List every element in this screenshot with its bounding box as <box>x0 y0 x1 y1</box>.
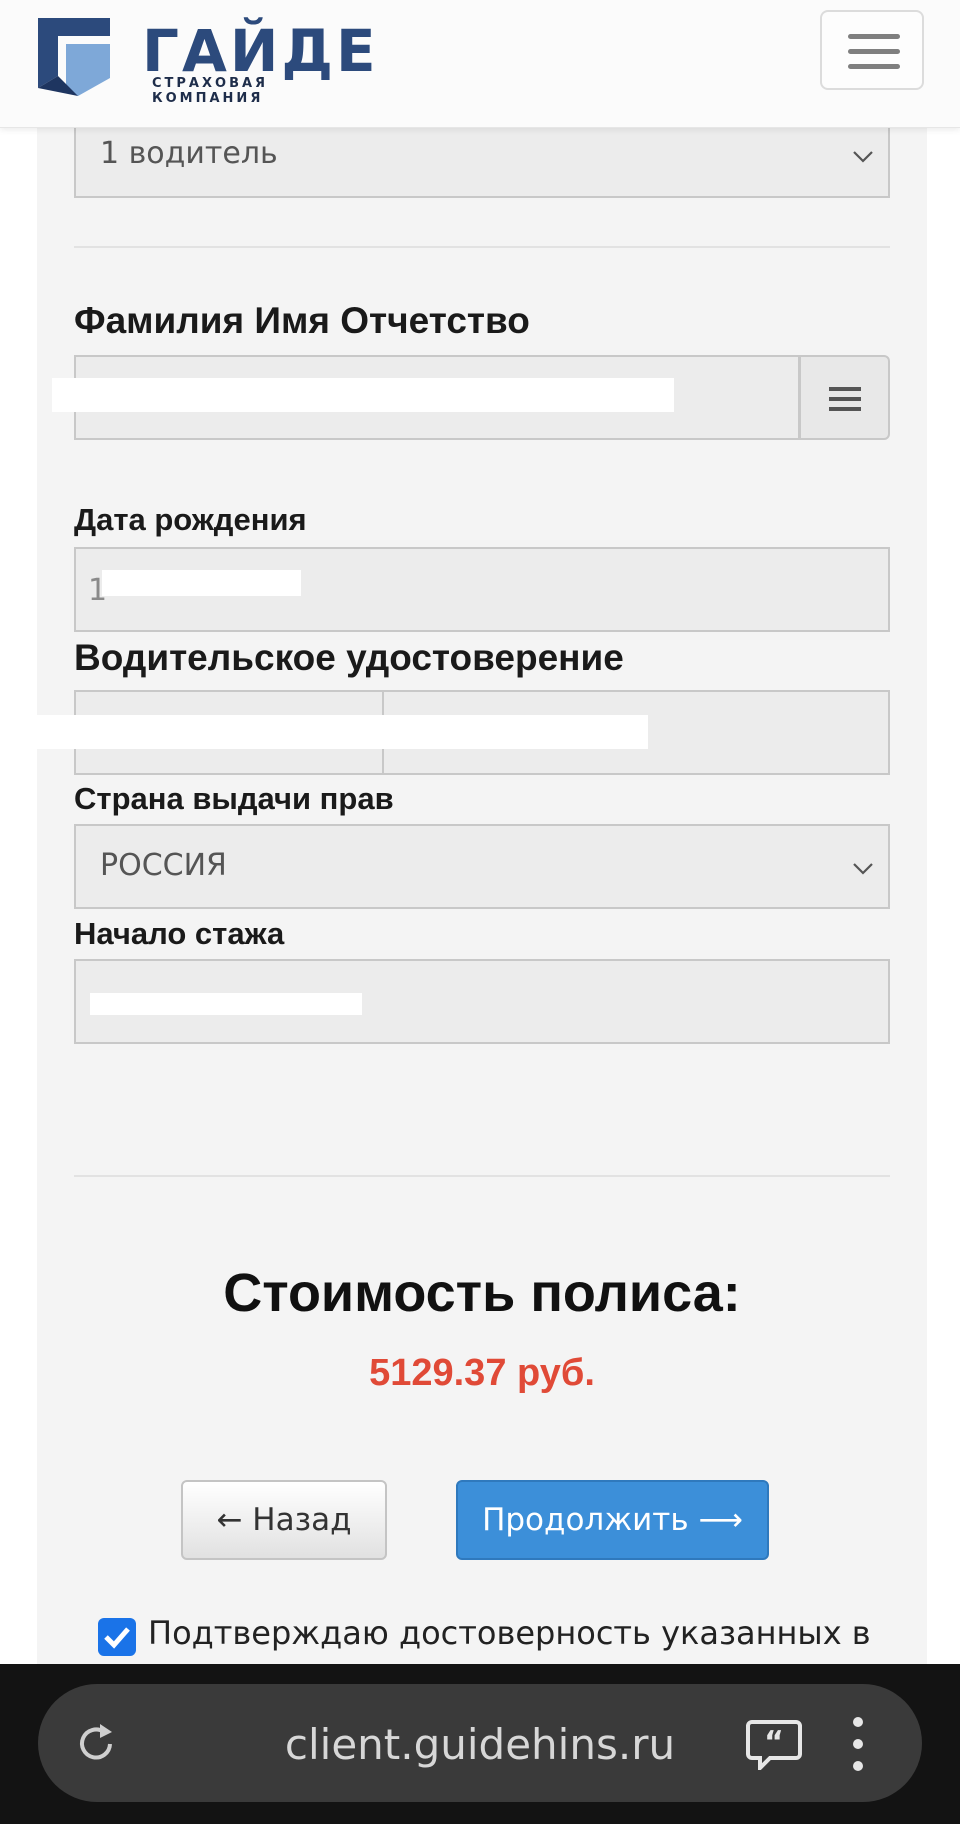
logo-mark-icon <box>38 18 110 96</box>
policy-price-title: Стоимость полиса: <box>223 1263 741 1323</box>
license-label: Водительское удостоверение <box>74 637 624 678</box>
birth-date-label: Дата рождения <box>74 502 307 537</box>
consent-checkbox-row[interactable]: Подтверждаю достоверность указанных в <box>98 1614 928 1660</box>
drivers-count-select[interactable]: 1 водитель <box>74 118 890 198</box>
consent-checkbox[interactable] <box>98 1618 136 1656</box>
continue-button[interactable]: Продолжить ⟶ <box>456 1480 769 1560</box>
experience-label: Начало стажа <box>74 916 285 951</box>
browser-toolbar: client.guidehins.ru “ <box>0 1664 960 1824</box>
redaction-bar <box>52 378 674 412</box>
country-value: РОССИЯ <box>100 848 227 883</box>
drivers-count-value: 1 водитель <box>100 136 278 171</box>
company-logo[interactable]: ГАЙДЕ СТРАХОВАЯ КОМПАНИЯ <box>38 17 379 106</box>
chevron-down-icon <box>853 151 873 163</box>
more-vert-icon[interactable] <box>852 1716 864 1772</box>
quote-bubble-icon[interactable]: “ <box>746 1718 802 1770</box>
country-label: Страна выдачи прав <box>74 781 394 816</box>
hamburger-menu-button[interactable] <box>820 10 924 90</box>
checkmark-icon <box>104 1627 130 1649</box>
country-select[interactable]: РОССИЯ <box>74 824 890 909</box>
hamburger-line <box>848 64 900 69</box>
logo-wordmark: ГАЙДЕ <box>142 17 379 85</box>
fio-label: Фамилия Имя Отчетство <box>74 300 530 341</box>
svg-text:“: “ <box>764 1725 784 1760</box>
section-divider <box>74 246 890 248</box>
fio-list-button[interactable] <box>799 355 890 440</box>
redaction-bar <box>90 993 362 1015</box>
logo-subtitle: СТРАХОВАЯ КОМПАНИЯ <box>152 76 269 106</box>
list-icon <box>829 387 861 411</box>
redaction-bar <box>36 715 648 749</box>
policy-price-value: 5129.37 руб. <box>369 1352 595 1394</box>
hamburger-line <box>848 49 900 54</box>
back-button[interactable]: ← Назад <box>181 1480 387 1560</box>
chevron-down-icon <box>853 863 873 875</box>
site-header: ГАЙДЕ СТРАХОВАЯ КОМПАНИЯ <box>0 0 960 128</box>
redaction-bar <box>102 570 301 596</box>
consent-text: Подтверждаю достоверность указанных в <box>148 1614 871 1652</box>
section-divider <box>74 1175 890 1177</box>
hamburger-menu-icon <box>848 34 900 39</box>
address-bar[interactable]: client.guidehins.ru “ <box>38 1684 922 1802</box>
